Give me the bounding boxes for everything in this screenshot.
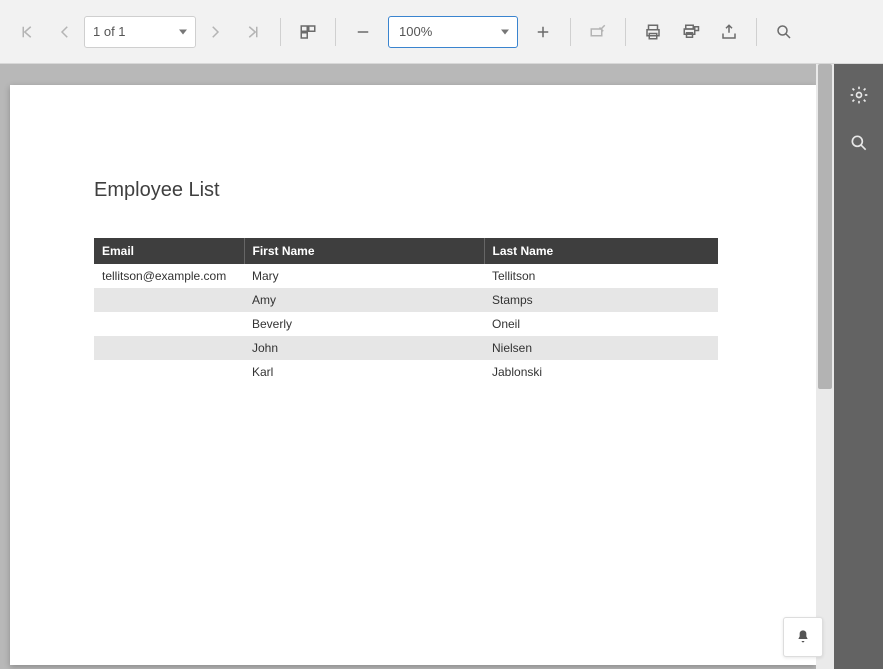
cell-first: Amy [244,288,484,312]
col-header-email: Email [94,238,244,264]
export-icon [720,23,738,41]
table-row: Amy Stamps [94,288,718,312]
cell-email [94,288,244,312]
cell-email [94,336,244,360]
settings-button[interactable] [840,76,878,114]
cell-last: Oneil [484,312,718,336]
right-sidebar [834,64,883,669]
multipage-button[interactable] [289,13,327,51]
report-page: Employee List Email First Name Last Name… [10,85,816,665]
zoom-out-button[interactable] [344,13,382,51]
page-select-label: 1 of 1 [93,24,126,39]
cell-email: tellitson@example.com [94,264,244,288]
first-page-icon [18,23,36,41]
cell-last: Stamps [484,288,718,312]
table-row: Karl Jablonski [94,360,718,384]
caret-down-icon [179,29,187,34]
print-icon [644,23,662,41]
toolbar-separator [570,18,571,46]
scrollbar-thumb[interactable] [818,64,832,389]
vertical-scrollbar[interactable] [816,64,834,669]
cell-first: Karl [244,360,484,384]
minus-icon [354,23,372,41]
toolbar-separator [756,18,757,46]
table-row: tellitson@example.com Mary Tellitson [94,264,718,288]
cell-last: Jablonski [484,360,718,384]
print-button[interactable] [634,13,672,51]
chevron-right-icon [206,23,224,41]
search-icon [849,133,869,153]
cell-email [94,312,244,336]
table-header-row: Email First Name Last Name [94,238,718,264]
toolbar-separator [280,18,281,46]
report-content: Employee List Email First Name Last Name… [94,179,734,384]
prev-page-button[interactable] [46,13,84,51]
cell-first: John [244,336,484,360]
toolbar-separator [625,18,626,46]
chevron-left-icon [56,23,74,41]
zoom-in-button[interactable] [524,13,562,51]
notifications-button[interactable] [783,617,823,657]
sidebar-search-button[interactable] [840,124,878,162]
last-page-icon [244,23,262,41]
gear-icon [849,85,869,105]
col-header-last: Last Name [484,238,718,264]
cell-last: Nielsen [484,336,718,360]
zoom-select-label: 100% [399,24,432,39]
report-title: Employee List [94,179,734,202]
viewer: Employee List Email First Name Last Name… [0,64,834,669]
last-page-button[interactable] [234,13,272,51]
highlight-fields-button[interactable] [579,13,617,51]
first-page-button[interactable] [8,13,46,51]
bell-icon [795,629,811,645]
cell-email [94,360,244,384]
table-row: John Nielsen [94,336,718,360]
next-page-button[interactable] [196,13,234,51]
table-row: Beverly Oneil [94,312,718,336]
toolbar: 1 of 1 100% [0,0,883,64]
plus-icon [534,23,552,41]
col-header-first: First Name [244,238,484,264]
zoom-select[interactable]: 100% [388,16,518,48]
toolbar-separator [335,18,336,46]
search-icon [775,23,793,41]
page-select[interactable]: 1 of 1 [84,16,196,48]
cell-first: Beverly [244,312,484,336]
cell-first: Mary [244,264,484,288]
edit-field-icon [589,23,607,41]
export-button[interactable] [710,13,748,51]
caret-down-icon [501,29,509,34]
print-page-button[interactable] [672,13,710,51]
multipage-icon [299,23,317,41]
employee-table: Email First Name Last Name tellitson@exa… [94,238,718,384]
print-range-icon [682,23,700,41]
search-button[interactable] [765,13,803,51]
cell-last: Tellitson [484,264,718,288]
